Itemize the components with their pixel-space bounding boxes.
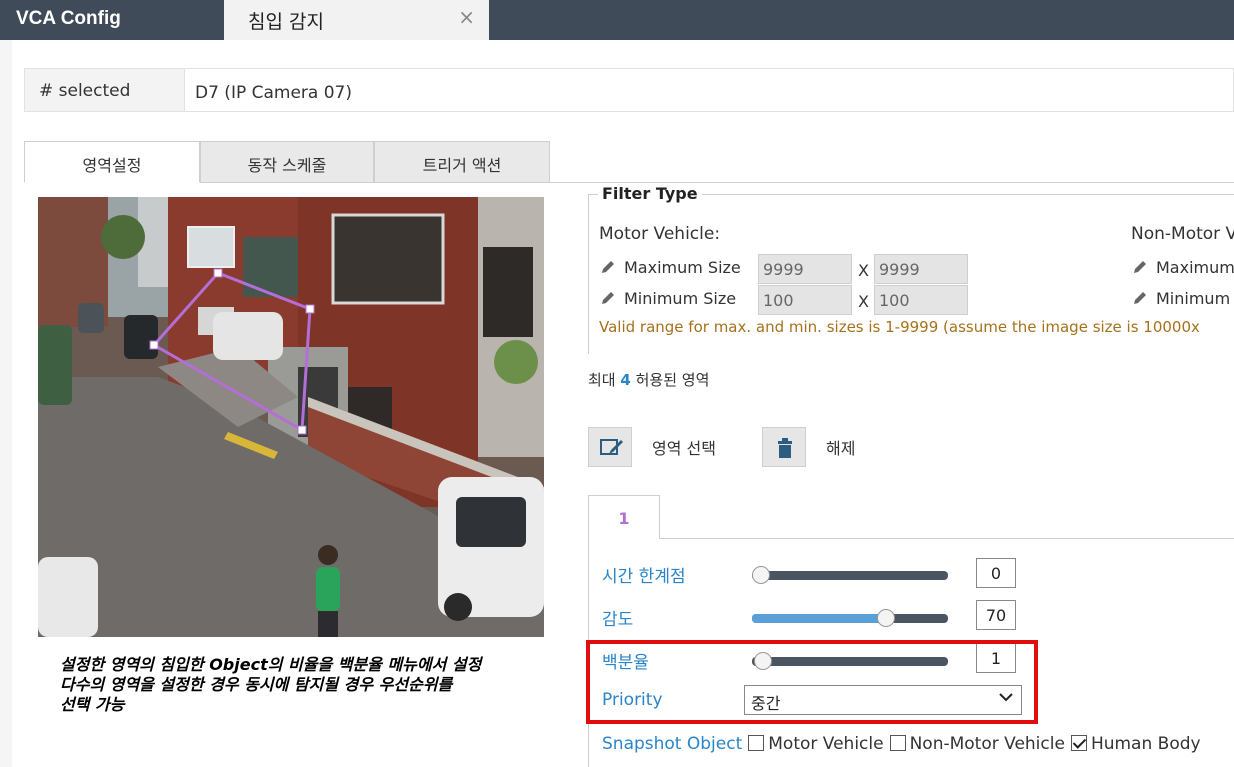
nm-min-size-row: Minimum xyxy=(1132,289,1230,308)
motor-vehicle-option: Motor Vehicle xyxy=(768,734,884,754)
trash-icon xyxy=(778,438,792,458)
human-body-checkbox[interactable] xyxy=(1070,735,1087,751)
sensitivity-label: 감도 xyxy=(602,610,634,630)
slider-fill xyxy=(752,614,886,623)
clear-area-button[interactable] xyxy=(762,427,806,467)
non-motor-vehicle-checkbox[interactable] xyxy=(889,735,906,751)
motor-max-height-input[interactable]: 9999 xyxy=(874,254,968,284)
motor-vehicle-label: Motor Vehicle: xyxy=(599,224,721,244)
area-tab-1[interactable]: 1 xyxy=(588,495,660,539)
non-motor-vehicle-label: Non-Motor V xyxy=(1131,224,1234,244)
pencil-icon xyxy=(602,261,614,273)
tab-intrusion-detection[interactable]: 침입 감지 × xyxy=(224,0,489,40)
pencil-icon xyxy=(1134,261,1146,273)
non-motor-vehicle-option: Non-Motor Vehicle xyxy=(909,734,1065,754)
sensitivity-value[interactable]: 70 xyxy=(976,600,1016,630)
motor-min-height-input[interactable]: 100 xyxy=(874,285,968,315)
selected-value: D7 (IP Camera 07) xyxy=(195,83,352,103)
nm-max-size-label: Maximum xyxy=(1156,258,1234,277)
snapshot-object-label: Snapshot Object xyxy=(602,734,743,754)
min-size-label: Minimum Size xyxy=(624,289,737,308)
time-threshold-label: 시간 한계점 xyxy=(602,567,686,587)
instruction-caption: 설정한 영역의 침입한 Object의 비율을 백분율 메뉴에서 설정 다수의 … xyxy=(60,655,580,715)
caption-line-2: 다수의 영역을 설정한 경우 동시에 탐지될 경우 우선순위를 xyxy=(60,675,453,694)
polygon-handle[interactable] xyxy=(149,340,159,350)
time-threshold-slider[interactable] xyxy=(752,566,948,584)
clear-area-label: 해제 xyxy=(826,439,856,458)
max-areas-suffix: 허용된 영역 xyxy=(635,371,710,389)
polygon-handle[interactable] xyxy=(213,268,223,278)
highlight-box xyxy=(586,640,1038,724)
tab-label: 침입 감지 xyxy=(248,11,324,33)
x-separator: X xyxy=(858,261,869,280)
sensitivity-slider[interactable] xyxy=(752,609,948,627)
edit-area-icon xyxy=(600,439,623,455)
motor-max-width-input[interactable]: 9999 xyxy=(758,254,852,284)
camera-preview[interactable] xyxy=(38,197,544,637)
caption-line-3: 선택 가능 xyxy=(60,695,125,714)
time-threshold-value[interactable]: 0 xyxy=(976,558,1016,588)
pencil-icon xyxy=(602,292,614,304)
max-areas-text: 최대 4 허용된 영역 xyxy=(588,369,709,390)
nm-max-size-row: Maximum xyxy=(1132,258,1234,277)
tab-area-settings[interactable]: 영역설정 xyxy=(24,141,200,183)
max-size-label: Maximum Size xyxy=(624,258,741,277)
max-size-row: Maximum Size xyxy=(600,258,741,277)
slider-thumb[interactable] xyxy=(877,609,895,627)
top-bar: VCA Config 침입 감지 × xyxy=(0,0,1234,40)
pencil-icon xyxy=(1134,292,1146,304)
select-area-label: 영역 선택 xyxy=(652,439,716,458)
caption-line-1: 설정한 영역의 침입한 Object의 비율을 백분율 메뉴에서 설정 xyxy=(60,655,482,674)
max-areas-prefix: 최대 xyxy=(588,371,616,389)
tab-trigger-action[interactable]: 트리거 액션 xyxy=(374,141,550,183)
human-body-option: Human Body xyxy=(1090,734,1201,754)
motor-vehicle-checkbox[interactable] xyxy=(748,735,765,751)
filter-type-legend: Filter Type xyxy=(598,184,702,203)
snapshot-object-row: Snapshot Object Motor Vehicle Non-Motor Ve… xyxy=(602,734,1201,754)
area-tab-divider xyxy=(659,538,1234,539)
motor-min-width-input[interactable]: 100 xyxy=(758,285,852,315)
selected-label: # selected xyxy=(25,69,185,111)
selected-row: # selected D7 (IP Camera 07) xyxy=(24,68,1234,112)
min-size-row: Minimum Size xyxy=(600,289,736,308)
valid-range-note: Valid range for max. and min. sizes is 1… xyxy=(599,318,1200,336)
app-title: VCA Config xyxy=(16,8,121,29)
polygon-handle[interactable] xyxy=(297,425,307,435)
close-icon[interactable]: × xyxy=(458,5,475,29)
tab-schedule[interactable]: 동작 스케줄 xyxy=(200,141,374,183)
slider-thumb[interactable] xyxy=(752,566,770,584)
max-areas-count: 4 xyxy=(620,371,631,389)
polygon-handle[interactable] xyxy=(305,304,315,314)
nm-min-size-label: Minimum xyxy=(1156,289,1231,308)
x-separator: X xyxy=(858,292,869,311)
camera-scene xyxy=(38,197,544,637)
select-area-button[interactable] xyxy=(588,427,632,467)
